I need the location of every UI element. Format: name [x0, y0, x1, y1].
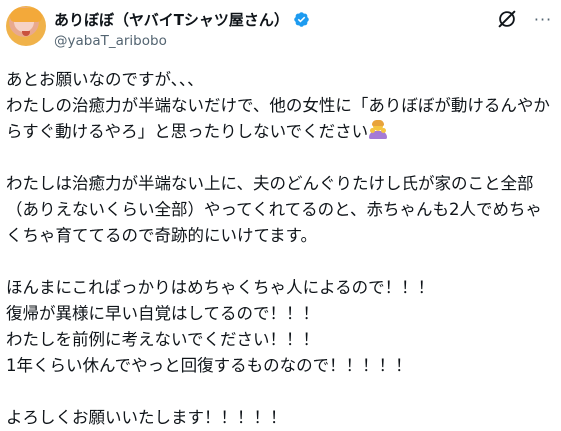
tweet-line-text: らすぐ動けるやろ」と思ったりしないでください: [6, 122, 369, 141]
grok-icon[interactable]: [496, 8, 518, 30]
more-icon[interactable]: ···: [532, 8, 554, 30]
tweet-line: 1年くらい休んでやっと回復するものなので！！！！！: [6, 356, 412, 375]
tweet-line: ほんまにこればっかりはめちゃくちゃ人によるので！！！: [6, 278, 435, 297]
tweet-line: （ありえないくらい全部）やってくれてるのと、赤ちゃんも2人でめちゃ: [6, 200, 543, 219]
tweet-line: あとお願いなのですが、、、: [6, 70, 204, 89]
avatar[interactable]: [6, 6, 46, 46]
verified-badge-icon: [294, 11, 309, 27]
tweet-line: らすぐ動けるやろ」と思ったりしないでください: [6, 119, 561, 145]
tweet-line: わたしの治癒力が半端ないだけで、他の女性に「ありぼぼが動けるんやか: [6, 96, 550, 115]
tweet-line: 復帰が異様に早い自覚はしてるので！！！: [6, 304, 320, 323]
avatar-hair: [10, 8, 42, 22]
tweet-text: あとお願いなのですが、、、 わたしの治癒力が半端ないだけで、他の女性に「ありぼぼ…: [6, 67, 561, 431]
display-name[interactable]: ありぼぼ（ヤバイTシャツ屋さん）: [54, 9, 289, 30]
person-bowing-emoji-icon: [368, 120, 388, 140]
tweet-line: よろしくお願いいたします！！！！！: [6, 408, 287, 427]
avatar-mouth: [22, 31, 30, 36]
tweet-line: わたしは治癒力が半端ない上に、夫のどんぐりたけし氏が家のこと全部: [6, 174, 534, 193]
user-handle[interactable]: @yabaT_aribobo: [54, 33, 167, 49]
tweet-header: ありぼぼ（ヤバイTシャツ屋さん） @yabaT_aribobo ···: [0, 0, 561, 62]
tweet-line: くちゃ育ててるので奇跡的にいけてます。: [6, 226, 318, 245]
tweet-line: わたしを前例に考えないでください！！！: [6, 330, 320, 349]
name-row: ありぼぼ（ヤバイTシャツ屋さん）: [54, 9, 310, 29]
